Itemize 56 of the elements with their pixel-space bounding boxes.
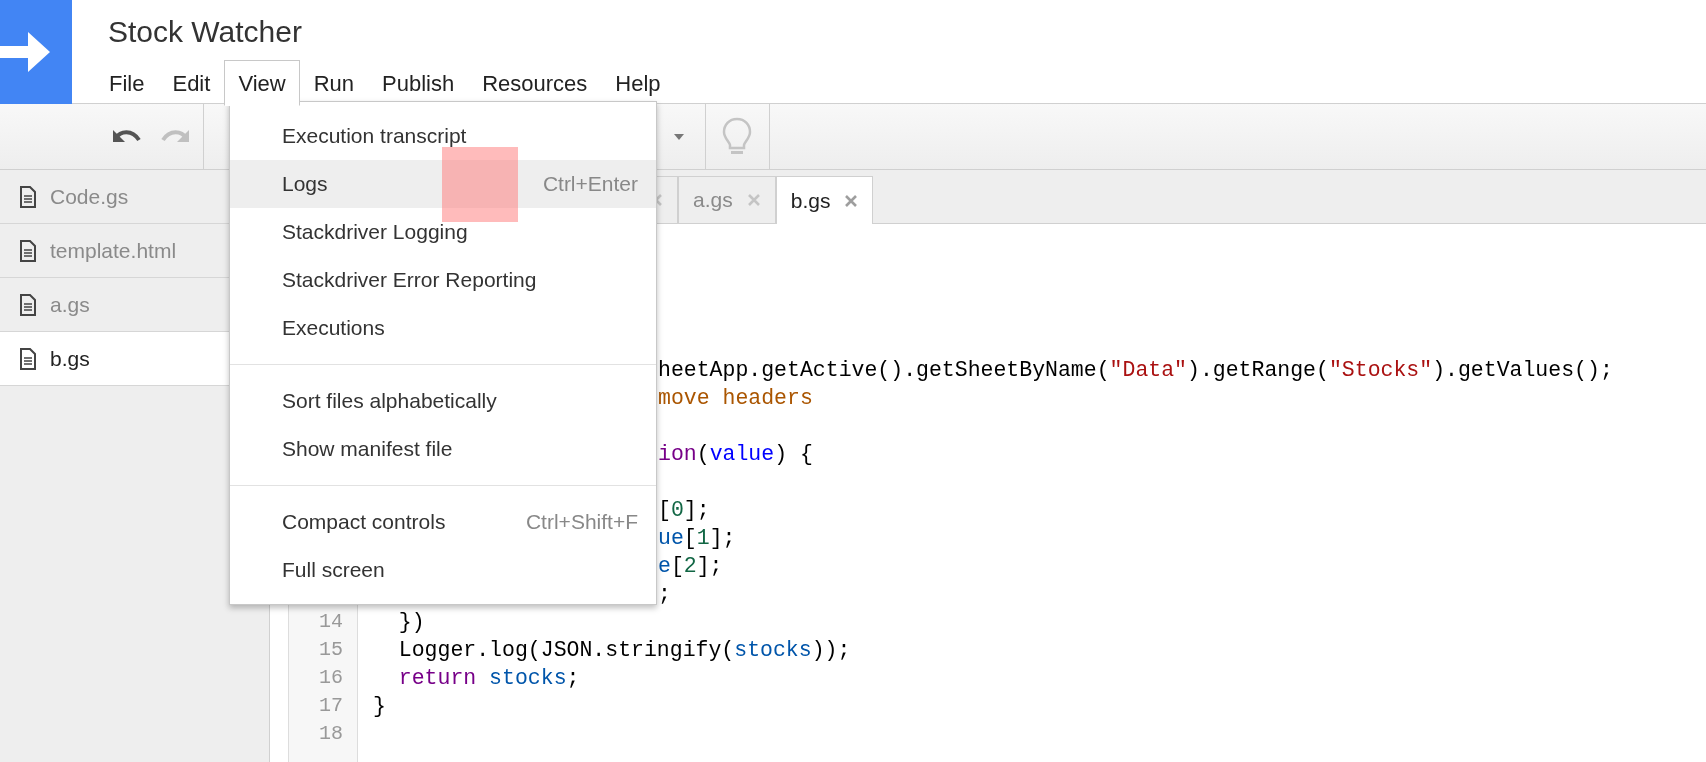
code-line: e[2];	[658, 554, 723, 578]
file-icon	[20, 185, 36, 208]
option-label: Compact controls	[282, 509, 446, 536]
option-label: Full screen	[282, 557, 385, 584]
menu-item[interactable]: View	[224, 60, 300, 106]
menu-option[interactable]: Show manifest file	[230, 425, 656, 473]
code-line: ion(value) {	[658, 442, 813, 466]
option-label: Sort files alphabetically	[282, 388, 497, 415]
menu-item[interactable]: File	[95, 60, 159, 106]
menu-option[interactable]: Full screen	[230, 546, 656, 594]
file-icon	[20, 293, 36, 316]
lightbulb-icon[interactable]	[722, 116, 752, 157]
code-line: heetApp.getActive().getSheetByName("Data").getRange("Stocks").getValues();	[658, 358, 1613, 382]
code-line: }	[373, 694, 386, 718]
menu-option[interactable]: Execution transcript	[230, 112, 656, 160]
option-label: Stackdriver Logging	[282, 219, 468, 246]
file-name: Code.gs	[50, 183, 129, 210]
file-name: b.gs	[50, 345, 90, 372]
project-title[interactable]: Stock Watcher	[108, 14, 675, 50]
option-label: Logs	[282, 171, 328, 198]
close-icon[interactable]	[844, 193, 859, 208]
code-line: ue[1];	[658, 526, 736, 550]
option-label: Show manifest file	[282, 436, 453, 463]
arrow-icon	[0, 30, 52, 74]
line-number: 15	[319, 637, 343, 663]
tab-label: a.gs	[693, 187, 733, 214]
option-label: Execution transcript	[282, 123, 467, 150]
line-number: 14	[319, 609, 343, 635]
shortcut-label: Ctrl+Shift+F	[525, 509, 638, 536]
menu-option[interactable]: Compact controls Ctrl+Shift+F	[230, 498, 656, 546]
file-name: template.html	[50, 237, 177, 264]
line-number: 17	[319, 693, 343, 719]
caret-icon[interactable]	[674, 133, 684, 140]
file-name: a.gs	[50, 291, 90, 318]
tab-label: b.gs	[790, 187, 831, 214]
menu-item[interactable]: Publish	[368, 60, 469, 106]
file-icon	[20, 239, 36, 262]
editor-tab[interactable]: b.gs	[775, 176, 874, 224]
code-line: })	[397, 610, 425, 634]
option-label: Executions	[282, 315, 385, 342]
menu-item[interactable]: Help	[601, 60, 675, 106]
code-line: ;	[658, 582, 671, 606]
option-label: Stackdriver Error Reporting	[282, 267, 537, 294]
file-icon	[20, 347, 36, 370]
menu-item[interactable]: Run	[299, 60, 369, 106]
code-line: return stocks;	[397, 666, 580, 690]
menu-item[interactable]: Resources	[468, 60, 602, 106]
code-line: move headers	[658, 386, 813, 410]
code-line: Logger.log(JSON.stringify(stocks));	[397, 638, 851, 662]
line-number: 16	[319, 665, 343, 691]
line-number: 18	[319, 721, 343, 747]
close-icon[interactable]	[746, 193, 761, 207]
menu-item[interactable]: Edit	[158, 60, 225, 106]
code-line: [0];	[658, 498, 710, 522]
menu-option[interactable]: Logs Ctrl+Enter	[230, 160, 656, 208]
shortcut-label: Ctrl+Enter	[542, 171, 638, 198]
